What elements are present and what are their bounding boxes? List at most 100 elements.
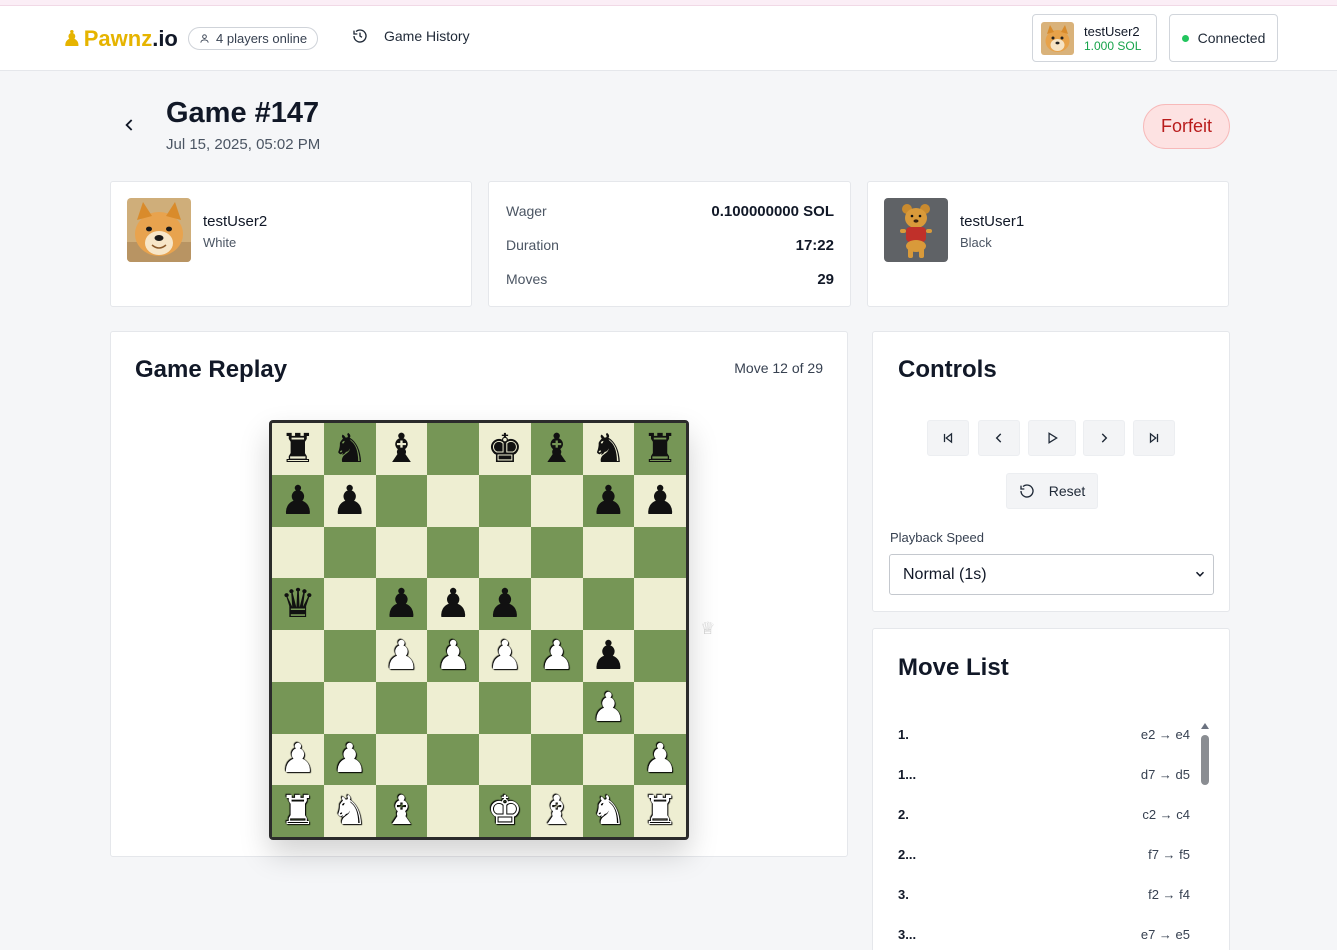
square-f7[interactable] [530,474,583,527]
rotate-ccw-icon [1020,484,1034,498]
last-move-button[interactable] [1133,420,1175,456]
black-pawn-icon: ♟ [383,581,420,628]
square-g3[interactable]: ♟ [582,681,635,734]
square-c6[interactable] [375,526,428,579]
square-e2[interactable] [479,733,531,786]
square-h8[interactable]: ♜ [634,423,686,475]
square-h5[interactable] [634,578,686,630]
black-pawn-icon: ♟ [590,632,627,679]
square-d8[interactable] [427,423,479,475]
square-a3[interactable] [272,681,324,734]
square-g4[interactable]: ♟ [582,630,635,682]
square-f6[interactable] [530,526,583,579]
square-g6[interactable] [582,526,635,579]
square-e6[interactable] [479,526,531,579]
move-notation: f7 → f5 [1148,847,1190,862]
square-a5[interactable]: ♛ [272,578,324,630]
reset-label: Reset [1048,483,1086,499]
white-pawn-icon: ♟ [486,632,523,679]
square-f1[interactable]: ♝ [530,785,583,837]
square-d4[interactable]: ♟ [427,630,479,682]
square-h6[interactable] [634,526,686,579]
scroll-up-arrow[interactable] [1201,723,1209,729]
square-f4[interactable]: ♟ [530,630,583,682]
square-c8[interactable]: ♝ [375,423,428,475]
move-list-item[interactable]: 3... e7 → e5 [898,927,1190,947]
previous-move-button[interactable] [978,420,1020,456]
square-a6[interactable] [272,526,324,579]
square-c5[interactable]: ♟ [375,578,428,630]
square-b6[interactable] [323,526,376,579]
square-c4[interactable]: ♟ [375,630,428,682]
move-list-card: Move List 1. e2 → e4 1... d7 → d5 2. c2 … [872,628,1230,950]
square-c7[interactable] [375,474,428,527]
square-c2[interactable] [375,733,428,786]
square-f3[interactable] [530,681,583,734]
square-e3[interactable] [479,681,531,734]
square-d3[interactable] [427,681,479,734]
square-b3[interactable] [323,681,376,734]
square-d1[interactable] [427,785,479,837]
move-list-item[interactable]: 3. f2 → f4 [898,887,1190,907]
move-list-item[interactable]: 1. e2 → e4 [898,727,1190,747]
square-b8[interactable]: ♞ [323,423,376,475]
first-move-button[interactable] [927,420,969,456]
black-pawn-icon: ♟ [435,581,472,628]
square-e5[interactable]: ♟ [479,578,531,630]
square-h1[interactable]: ♜ [634,785,686,837]
reset-button[interactable]: Reset [1006,473,1098,509]
square-g1[interactable]: ♞ [582,785,635,837]
result-badge: Forfeit [1143,104,1230,149]
move-list-item[interactable]: 2. c2 → c4 [898,807,1190,827]
square-d6[interactable] [427,526,479,579]
brand-logo[interactable]: ♟ Pawnz .io [62,26,178,52]
square-f5[interactable] [530,578,583,630]
move-list-item[interactable]: 2... f7 → f5 [898,847,1190,867]
square-d7[interactable] [427,474,479,527]
square-a4[interactable] [272,630,324,682]
black-player-avatar [884,198,948,262]
next-move-button[interactable] [1083,420,1125,456]
square-e4[interactable]: ♟ [479,630,531,682]
connection-status-button[interactable]: Connected [1169,14,1278,62]
square-g5[interactable] [582,578,635,630]
page-title: Game #147 [166,97,320,129]
square-h4[interactable] [634,630,686,682]
square-a7[interactable]: ♟ [272,474,324,527]
online-players-badge: 4 players online [188,27,319,50]
square-b1[interactable]: ♞ [323,785,376,837]
square-c1[interactable]: ♝ [375,785,428,837]
square-h3[interactable] [634,681,686,734]
playback-speed-select[interactable]: Normal (1s) [889,554,1214,595]
square-a2[interactable]: ♟ [272,733,324,786]
play-button[interactable] [1028,420,1076,456]
square-h7[interactable]: ♟ [634,474,686,527]
white-bishop-icon: ♝ [538,788,575,835]
user-wallet-chip[interactable]: testUser2 1.000 SOL [1032,14,1157,62]
square-f8[interactable]: ♝ [530,423,583,475]
scrollbar-thumb[interactable] [1201,735,1209,785]
square-a8[interactable]: ♜ [272,423,324,475]
white-player-card: testUser2 White [110,181,472,307]
square-e1[interactable]: ♚ [479,785,531,837]
square-f2[interactable] [530,733,583,786]
square-d5[interactable]: ♟ [427,578,479,630]
square-b4[interactable] [323,630,376,682]
square-a1[interactable]: ♜ [272,785,324,837]
black-bishop-icon: ♝ [383,425,420,472]
square-g2[interactable] [582,733,635,786]
move-list-item[interactable]: 1... d7 → d5 [898,767,1190,787]
square-b7[interactable]: ♟ [323,474,376,527]
square-g8[interactable]: ♞ [582,423,635,475]
square-b2[interactable]: ♟ [323,733,376,786]
square-c3[interactable] [375,681,428,734]
square-g7[interactable]: ♟ [582,474,635,527]
square-e8[interactable]: ♚ [479,423,531,475]
move-number: 3. [898,887,909,902]
back-button[interactable] [120,115,140,135]
square-b5[interactable] [323,578,376,630]
game-history-link[interactable]: Game History [352,28,470,44]
square-e7[interactable] [479,474,531,527]
square-h2[interactable]: ♟ [634,733,686,786]
square-d2[interactable] [427,733,479,786]
